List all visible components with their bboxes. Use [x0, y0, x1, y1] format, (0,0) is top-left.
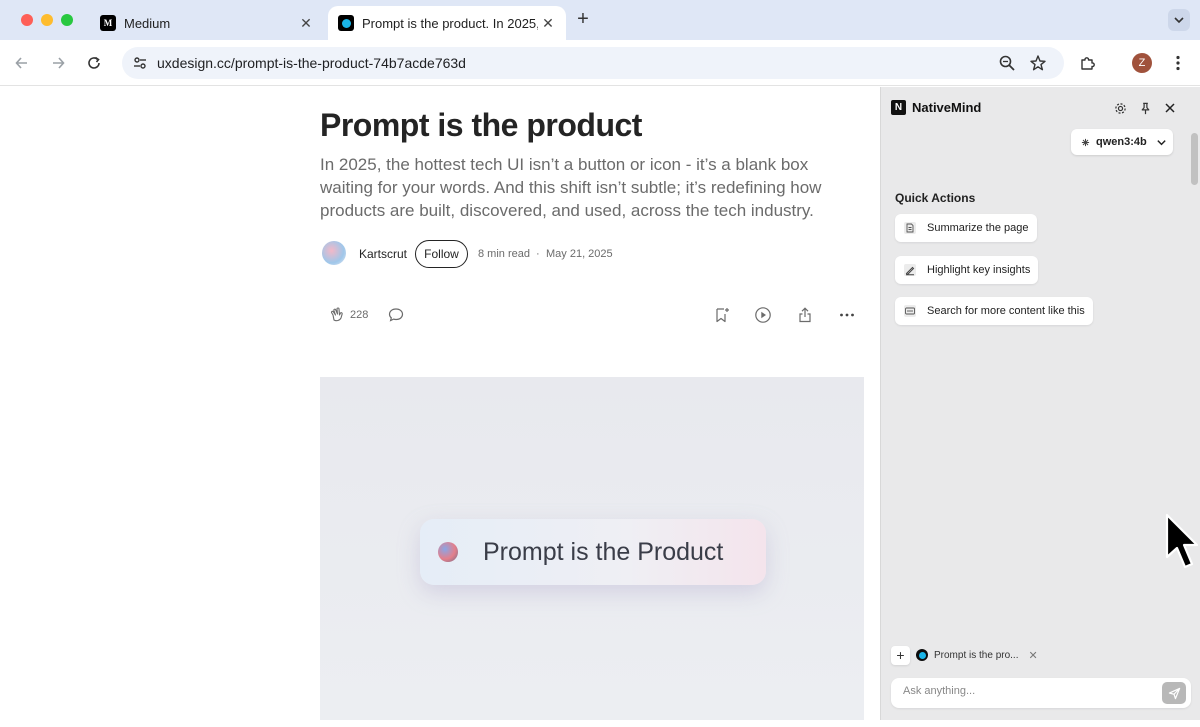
quick-action-label: Summarize the page — [927, 222, 1029, 234]
model-icon — [1081, 138, 1090, 146]
settings-button[interactable] — [1112, 100, 1128, 116]
article-title: Prompt is the product — [320, 107, 642, 143]
url-text: uxdesign.cc/prompt-is-the-product-74b7ac… — [157, 55, 466, 71]
site-settings-icon[interactable] — [132, 55, 148, 71]
arrow-right-icon — [53, 57, 65, 69]
author-name[interactable]: Kartscrut — [359, 247, 407, 261]
sidebar-scrollbar[interactable] — [1189, 127, 1199, 727]
reload-icon — [88, 56, 100, 69]
pencil-icon — [904, 264, 916, 276]
context-chip-label: Prompt is the pro... — [934, 649, 1019, 661]
tab-close-icon[interactable]: ✕ — [538, 15, 558, 32]
close-sidebar-button[interactable] — [1162, 100, 1178, 116]
minimize-window-button[interactable] — [41, 14, 53, 26]
model-name: qwen3:4b — [1096, 136, 1147, 148]
search-card-icon — [904, 305, 916, 317]
new-tab-button[interactable]: + — [572, 9, 594, 31]
profile-avatar[interactable]: Z — [1132, 53, 1152, 73]
tab-medium[interactable]: M Medium ✕ — [88, 6, 324, 40]
author-avatar[interactable] — [322, 241, 346, 265]
more-vertical-icon — [1176, 55, 1180, 71]
tab-strip: M Medium ✕ Prompt is the product. In 202… — [0, 0, 1200, 40]
follow-button[interactable]: Follow — [415, 240, 468, 268]
orb-icon — [438, 542, 458, 562]
nativemind-logo-icon: N — [891, 100, 906, 115]
listen-button[interactable] — [754, 305, 772, 325]
medium-favicon-icon: M — [100, 15, 116, 31]
sidebar-scroll-thumb[interactable] — [1191, 133, 1198, 185]
hero-prompt-text: Prompt is the Product — [483, 537, 724, 566]
nativemind-sidebar: N NativeMind qwen3:4b Quick Actions Summ… — [880, 87, 1200, 720]
play-circle-icon — [755, 307, 771, 323]
bookmark-add-icon — [716, 308, 729, 323]
article-view: Prompt is the product In 2025, the hotte… — [0, 87, 880, 720]
comment-icon — [388, 308, 404, 322]
reload-button[interactable] — [82, 51, 106, 75]
tab-search-button[interactable] — [1168, 9, 1190, 31]
browser-toolbar: uxdesign.cc/prompt-is-the-product-74b7ac… — [0, 40, 1200, 86]
chat-input-box — [891, 678, 1191, 708]
more-options-button[interactable] — [838, 305, 856, 325]
pin-icon — [1141, 102, 1149, 114]
address-bar[interactable]: uxdesign.cc/prompt-is-the-product-74b7ac… — [122, 47, 1064, 79]
bookmark-star-icon[interactable] — [1029, 54, 1047, 72]
search-similar-content-button[interactable]: Search for more content like this — [895, 297, 1093, 325]
read-time: 8 min read — [478, 248, 530, 260]
context-tab-chip[interactable]: Prompt is the pro... ✕ — [916, 645, 1038, 665]
extensions-button[interactable] — [1076, 51, 1100, 75]
hero-image: Prompt is the Product — [320, 377, 864, 720]
more-horizontal-icon — [840, 313, 854, 317]
hero-prompt-box: Prompt is the Product — [420, 519, 766, 585]
zoom-window-button[interactable] — [61, 14, 73, 26]
uxdesign-favicon-icon — [916, 649, 928, 661]
gear-icon — [1114, 102, 1126, 114]
add-context-button[interactable]: + — [891, 646, 910, 665]
send-icon — [1168, 687, 1180, 699]
remove-context-icon[interactable]: ✕ — [1028, 649, 1037, 662]
browser-menu-button[interactable] — [1166, 51, 1190, 75]
uxdesign-favicon-icon — [338, 15, 354, 31]
responses-button[interactable] — [387, 305, 405, 325]
chevron-down-icon — [1174, 17, 1184, 24]
close-window-button[interactable] — [21, 14, 33, 26]
mouse-cursor-icon — [1165, 513, 1199, 569]
article-action-bar: 228 — [320, 303, 864, 327]
save-button[interactable] — [713, 305, 731, 325]
quick-action-label: Search for more content like this — [927, 305, 1085, 317]
meta-separator: · — [536, 248, 540, 260]
summarize-page-button[interactable]: Summarize the page — [895, 214, 1037, 242]
clap-count: 228 — [350, 309, 369, 321]
sidebar-brand-name: NativeMind — [912, 100, 982, 115]
chevron-down-icon — [1157, 139, 1166, 145]
pin-button[interactable] — [1137, 100, 1153, 116]
publish-date: May 21, 2025 — [546, 248, 613, 260]
send-button[interactable] — [1162, 682, 1186, 704]
puzzle-icon — [1081, 57, 1095, 70]
close-icon — [1165, 103, 1175, 113]
quick-actions-heading: Quick Actions — [895, 191, 976, 205]
tab-prompt-article[interactable]: Prompt is the product. In 2025, the hott… — [328, 6, 566, 40]
back-button[interactable] — [10, 51, 34, 75]
tab-title: Prompt is the product. In 2025, the hott… — [362, 15, 538, 31]
arrow-left-icon — [15, 57, 27, 69]
forward-button[interactable] — [46, 51, 70, 75]
chat-input[interactable] — [903, 685, 1143, 697]
share-icon — [799, 307, 811, 323]
zoom-icon[interactable] — [998, 54, 1016, 72]
document-icon — [904, 222, 916, 234]
tab-title: Medium — [124, 15, 171, 31]
clap-icon — [330, 307, 343, 322]
highlight-insights-button[interactable]: Highlight key insights — [895, 256, 1039, 284]
quick-action-label: Highlight key insights — [927, 264, 1031, 276]
tab-close-icon[interactable]: ✕ — [296, 15, 316, 32]
model-selector[interactable]: qwen3:4b — [1071, 129, 1173, 155]
article-subtitle: In 2025, the hottest tech UI isn’t a but… — [320, 155, 822, 220]
clap-button[interactable]: 228 — [328, 305, 368, 325]
share-button[interactable] — [796, 305, 814, 325]
